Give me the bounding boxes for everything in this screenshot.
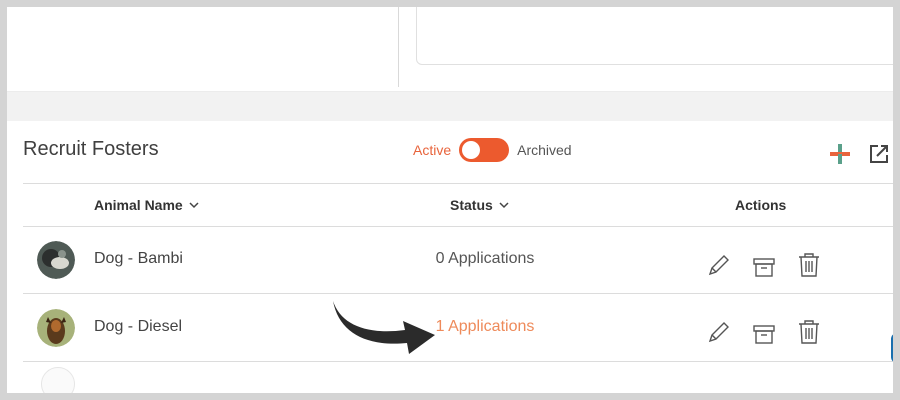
chevron-down-icon (499, 202, 509, 209)
row-divider (23, 361, 893, 362)
actions-header-label: Actions (735, 197, 787, 213)
column-divider (398, 7, 399, 87)
trash-icon[interactable] (796, 251, 822, 279)
actions-header: Actions (735, 197, 786, 213)
animal-name[interactable]: Dog - Diesel (94, 318, 182, 336)
top-card (416, 7, 893, 65)
status-toggle[interactable] (459, 138, 510, 162)
section-gap (7, 91, 893, 121)
table-header-divider (23, 226, 893, 227)
active-label[interactable]: Active (413, 142, 451, 158)
pencil-icon[interactable] (705, 318, 731, 346)
plus-icon[interactable] (828, 142, 852, 166)
animal-name-header[interactable]: Animal Name (94, 197, 199, 213)
status-header-label: Status (450, 197, 493, 213)
toggle-knob (462, 141, 481, 159)
annotation-arrow-icon (333, 301, 435, 354)
chat-launcher-edge[interactable] (891, 333, 893, 363)
animal-name[interactable]: Dog - Bambi (94, 250, 183, 268)
recruit-fosters-panel: Recruit Fosters Active Archived Animal N… (7, 121, 893, 393)
top-section (7, 7, 893, 97)
archive-box-icon[interactable] (751, 320, 777, 348)
header-divider (23, 183, 893, 184)
chevron-down-icon (189, 202, 199, 209)
trash-icon[interactable] (796, 318, 822, 346)
screenshot-frame: Recruit Fosters Active Archived Animal N… (0, 0, 900, 400)
animal-name-header-label: Animal Name (94, 197, 183, 213)
archived-label[interactable]: Archived (517, 142, 571, 158)
panel-title: Recruit Fosters (23, 138, 159, 160)
status-header[interactable]: Status (450, 197, 509, 213)
external-link-icon[interactable] (868, 143, 890, 165)
application-count: 0 Applications (435, 250, 535, 267)
active-archived-switch: Active Archived (413, 137, 572, 163)
avatar (41, 367, 75, 393)
avatar (37, 309, 75, 347)
archive-box-icon[interactable] (751, 253, 777, 281)
pencil-icon[interactable] (705, 251, 731, 279)
avatar (37, 241, 75, 279)
row-divider (23, 293, 893, 294)
